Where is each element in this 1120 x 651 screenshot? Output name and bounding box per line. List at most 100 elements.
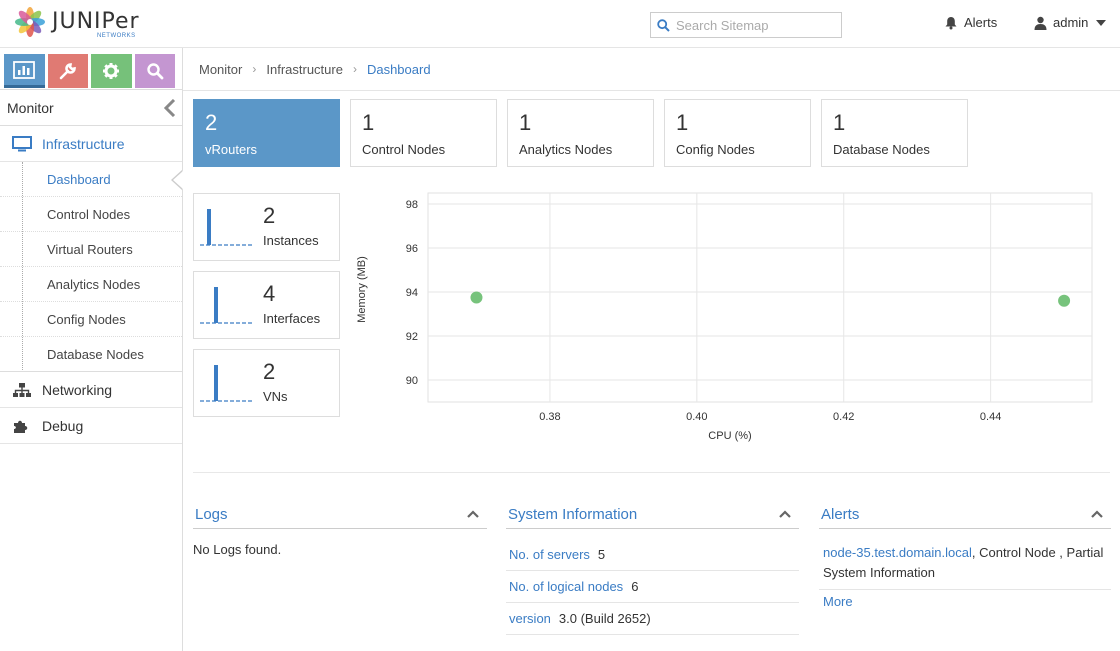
logs-empty-text: No Logs found.: [193, 542, 282, 557]
wrench-icon: [59, 63, 76, 80]
tile-vrouters[interactable]: 2 vRouters: [193, 99, 340, 167]
info-row-servers: No. of servers 5: [506, 539, 799, 571]
spark-count: 2: [263, 203, 276, 228]
scatter-plot: 98 96 94 92 90 0.38 0.40 0.42 0.44 CPU (%) Memory …: [356, 192, 1093, 442]
sidebar-item-config-nodes[interactable]: Config Nodes: [0, 302, 182, 337]
sidebar-title: Monitor: [0, 90, 182, 126]
network-icon: [13, 382, 31, 397]
info-key[interactable]: No. of servers: [509, 547, 590, 562]
scatter-point: [470, 291, 483, 304]
tile-database-nodes[interactable]: 1 Database Nodes: [821, 99, 968, 167]
search-icon: [657, 18, 670, 32]
bell-icon: [945, 16, 957, 29]
y-tick-label: 96: [406, 243, 418, 255]
sidebar-section-networking[interactable]: Networking: [0, 372, 182, 408]
alerts-button[interactable]: Alerts: [944, 15, 997, 30]
chevron-right-icon: ›: [352, 62, 357, 76]
tile-config-nodes[interactable]: 1 Config Nodes: [664, 99, 811, 167]
spark-instances[interactable]: 2 Instances: [193, 193, 340, 261]
sidebar-item-control-nodes[interactable]: Control Nodes: [0, 197, 182, 232]
tile-analytics-nodes[interactable]: 1 Analytics Nodes: [507, 99, 654, 167]
spark-label: Interfaces: [263, 311, 321, 326]
logo-subtext: NETWORKS: [96, 33, 136, 39]
sidebar-item-database-nodes[interactable]: Database Nodes: [0, 337, 182, 372]
sidebar-section-infrastructure[interactable]: Infrastructure: [0, 126, 182, 162]
sidebar-item-analytics-nodes[interactable]: Analytics Nodes: [0, 267, 182, 302]
sidebar-section-label: Networking: [42, 381, 113, 398]
info-row-logical-nodes: No. of logical nodes 6: [506, 571, 799, 603]
y-tick-label: 92: [406, 331, 418, 343]
juniper-logo[interactable]: JUNIPer NETWORKS: [14, 6, 140, 39]
logs-header[interactable]: Logs: [193, 500, 487, 529]
spark-label: VNs: [263, 389, 288, 404]
tab-settings[interactable]: [91, 54, 132, 88]
user-menu[interactable]: admin: [1034, 15, 1107, 30]
info-row-version: version 3.0 (Build 2652): [506, 603, 799, 635]
caret-down-icon: [1096, 19, 1107, 26]
chevron-up-icon[interactable]: [467, 510, 479, 518]
sidebar-section-debug[interactable]: Debug: [0, 408, 182, 444]
sidebar-item-dashboard[interactable]: Dashboard: [0, 162, 183, 197]
tile-label: vRouters: [205, 142, 258, 157]
spark-vns[interactable]: 2 VNs: [193, 349, 340, 417]
tile-label: Config Nodes: [676, 142, 755, 157]
plot-area: [427, 192, 1093, 403]
tile-count: 1: [362, 110, 375, 135]
breadcrumb: Monitor › Infrastructure › Dashboard: [183, 48, 1120, 91]
alerts-widget-header[interactable]: Alerts: [819, 500, 1111, 529]
spark-label: Instances: [263, 233, 319, 248]
spark-count: 4: [263, 281, 276, 306]
breadcrumb-dashboard: Dashboard: [366, 61, 431, 77]
tab-configure[interactable]: [47, 54, 88, 88]
tile-count: 1: [676, 110, 689, 135]
tab-monitor[interactable]: [4, 54, 45, 88]
system-info-widget: System Information No. of servers 5 No. …: [506, 500, 799, 635]
x-tick-label: 0.44: [980, 411, 1001, 423]
puzzle-icon: [14, 420, 28, 433]
y-tick-label: 90: [406, 375, 418, 387]
sidebar-item-label: Config Nodes: [47, 311, 126, 327]
x-tick-label: 0.42: [833, 411, 854, 423]
logs-title: Logs: [195, 505, 228, 523]
tile-control-nodes[interactable]: 1 Control Nodes: [350, 99, 497, 167]
spark-interfaces[interactable]: 4 Interfaces: [193, 271, 340, 339]
system-info-header[interactable]: System Information: [506, 500, 799, 529]
collapse-sidebar-icon[interactable]: [164, 99, 176, 117]
breadcrumb-monitor[interactable]: Monitor: [199, 62, 242, 77]
user-label: admin: [1053, 15, 1089, 30]
juniper-flower-icon: [15, 7, 45, 37]
alerts-widget: Alerts node-35.test.domain.local, Contro…: [819, 500, 1111, 613]
sidebar-item-label: Database Nodes: [47, 346, 144, 362]
chevron-right-icon: ›: [252, 62, 257, 76]
info-value: 3.0 (Build 2652): [558, 611, 651, 626]
sidebar-item-virtual-routers[interactable]: Virtual Routers: [0, 232, 182, 267]
infrastructure-sub-list: Dashboard Control Nodes Virtual Routers …: [0, 162, 183, 372]
alerts-label: Alerts: [964, 15, 998, 30]
section-divider: [193, 472, 1110, 473]
info-key[interactable]: No. of logical nodes: [509, 579, 623, 594]
chevron-up-icon[interactable]: [1091, 510, 1103, 518]
alert-node-link[interactable]: node-35.test.domain.local: [823, 545, 972, 560]
tile-count: 1: [833, 110, 846, 135]
tab-query[interactable]: [134, 54, 175, 88]
alerts-more-link[interactable]: More: [819, 590, 1111, 613]
info-key[interactable]: version: [509, 611, 551, 626]
chevron-up-icon[interactable]: [779, 510, 791, 518]
y-tick-label: 94: [406, 287, 418, 299]
x-tick-label: 0.40: [686, 411, 707, 423]
scatter-point: [1058, 294, 1071, 307]
tile-label: Database Nodes: [833, 142, 930, 157]
top-header: JUNIPer NETWORKS Alerts admin: [0, 0, 1120, 48]
alert-entry: node-35.test.domain.local, Control Node …: [819, 529, 1111, 590]
tile-count: 2: [205, 110, 218, 135]
sidebar-section-label: Debug: [42, 417, 84, 434]
system-info-title: System Information: [508, 505, 638, 523]
user-icon: [1034, 16, 1047, 30]
x-tick-label: 0.38: [539, 411, 560, 423]
breadcrumb-infrastructure[interactable]: Infrastructure: [266, 62, 343, 77]
search-sitemap-box[interactable]: [650, 12, 842, 38]
sidebar: Monitor Infrastructure Dashboard Control…: [0, 48, 183, 651]
sparkline-bar-icon: [200, 365, 252, 402]
search-sitemap-input[interactable]: [676, 17, 836, 33]
gear-icon: [103, 63, 120, 79]
